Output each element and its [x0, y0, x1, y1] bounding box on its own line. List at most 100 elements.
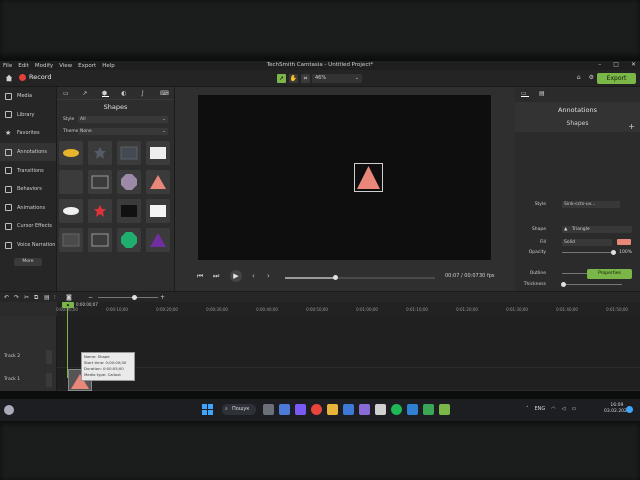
shape-rect-white[interactable]: [146, 141, 170, 165]
paste-icon[interactable]: ▤: [44, 294, 50, 301]
shape-star-red[interactable]: [88, 199, 112, 223]
home-icon[interactable]: [5, 74, 13, 82]
copy-icon[interactable]: ⧉: [34, 294, 38, 302]
timeline-zoom-handle[interactable]: [132, 295, 137, 300]
pan-tool-icon[interactable]: ✋: [289, 74, 298, 83]
export-button[interactable]: Export: [597, 73, 636, 84]
shape-select[interactable]: ▲ Triangle: [562, 226, 632, 233]
shape-octagon-purple[interactable]: [117, 170, 141, 194]
theme-filter-select[interactable]: None ⌄: [78, 128, 168, 135]
chrome-app-icon[interactable]: [311, 404, 322, 415]
sidebar-item-annotations[interactable]: Annotations: [0, 142, 56, 162]
style-select[interactable]: Sink-ccts-uv...: [562, 201, 620, 208]
battery-icon[interactable]: ▭: [572, 406, 577, 412]
track-1-controls[interactable]: [46, 373, 52, 387]
start-button[interactable]: [202, 404, 213, 415]
scrub-handle[interactable]: [332, 275, 338, 280]
track-1-lane[interactable]: [57, 369, 640, 391]
store-app-icon[interactable]: [343, 404, 354, 415]
sketch-tab-icon[interactable]: ∫: [141, 90, 148, 97]
file-explorer-icon[interactable]: [327, 404, 338, 415]
menu-edit[interactable]: Edit: [15, 63, 32, 69]
sidebar-item-voice-narration[interactable]: Voice Narration: [0, 236, 56, 255]
maximize-icon[interactable]: □: [613, 61, 619, 68]
shape-ellipse-white[interactable]: [59, 199, 83, 223]
record-button[interactable]: Record: [19, 73, 51, 81]
vscode-app-icon[interactable]: [407, 404, 418, 415]
blur-tab-icon[interactable]: ◐: [121, 90, 128, 97]
shape-rect-outline-2[interactable]: [88, 228, 112, 252]
camera-icon[interactable]: ◙: [66, 294, 72, 301]
menu-export[interactable]: Export: [75, 63, 99, 69]
sidebar-item-favorites[interactable]: ★ Favorites: [0, 124, 56, 143]
crop-tool-icon[interactable]: ⌗: [301, 74, 310, 83]
shapes-tab-icon[interactable]: ⬢: [101, 90, 110, 97]
step-forward-icon[interactable]: ⏭: [213, 272, 219, 281]
widgets-icon[interactable]: [4, 405, 14, 415]
shape-rect-grey[interactable]: [59, 228, 83, 252]
camtasia-app-icon[interactable]: [439, 404, 450, 415]
close-icon[interactable]: ✕: [631, 61, 636, 68]
shape-rect-outline[interactable]: [88, 170, 112, 194]
style-filter-select[interactable]: All ⌄: [78, 116, 168, 123]
opacity-slider[interactable]: [562, 250, 616, 255]
shape-ellipse-yellow[interactable]: [59, 141, 83, 165]
sheets-app-icon[interactable]: [423, 404, 434, 415]
redo-icon[interactable]: ↷: [14, 294, 19, 301]
text-props-tab-icon[interactable]: ▤: [539, 90, 547, 97]
menu-help[interactable]: Help: [99, 63, 118, 69]
chevron-up-icon[interactable]: ˄: [526, 406, 529, 412]
teams-app-icon[interactable]: [295, 404, 306, 415]
shape-triangle-purple[interactable]: [146, 228, 170, 252]
next-icon[interactable]: ›: [267, 272, 270, 280]
thickness-slider[interactable]: [561, 282, 622, 287]
sidebar-item-cursor-effects[interactable]: Cursor Effects: [0, 217, 56, 236]
zoom-app-icon[interactable]: [279, 404, 290, 415]
add-icon[interactable]: +: [628, 122, 635, 131]
thickness-slider-handle[interactable]: [561, 282, 566, 287]
play-button[interactable]: ▶: [230, 270, 242, 282]
previous-icon[interactable]: ‹: [252, 272, 255, 280]
arrow-tab-icon[interactable]: ↗: [82, 90, 89, 97]
playhead[interactable]: ◆: [62, 302, 74, 308]
taskbar-search[interactable]: ⌕ Пошук: [222, 404, 256, 415]
wifi-icon[interactable]: ◠: [551, 406, 555, 412]
volume-icon[interactable]: ◁: [562, 406, 566, 412]
sidebar-item-library[interactable]: Library: [0, 106, 56, 125]
split-icon[interactable]: ⫶: [54, 294, 56, 302]
shape-rect-dark[interactable]: [117, 141, 141, 165]
undo-icon[interactable]: ↶: [4, 294, 9, 301]
zoom-select[interactable]: 46% ⌄: [312, 74, 362, 83]
sidebar-item-transitions[interactable]: Transitions: [0, 161, 56, 180]
shape-octagon-green[interactable]: [117, 228, 141, 252]
shape-star-dark[interactable]: [88, 141, 112, 165]
app-purple-icon[interactable]: [359, 404, 370, 415]
zoom-out-icon[interactable]: −: [88, 294, 93, 301]
more-button[interactable]: More: [14, 258, 42, 267]
video-canvas[interactable]: [198, 95, 491, 260]
shape-triangle-salmon[interactable]: [146, 170, 170, 194]
app-white-icon[interactable]: [375, 404, 386, 415]
track-2-controls[interactable]: [46, 350, 52, 364]
sidebar-item-animations[interactable]: Animations: [0, 199, 56, 218]
sidebar-item-behaviors[interactable]: Behaviors: [0, 180, 56, 199]
track-2-lane[interactable]: [57, 346, 640, 368]
timeline-zoom-slider[interactable]: [98, 295, 158, 300]
properties-button[interactable]: Properties: [587, 269, 632, 279]
fill-color-swatch[interactable]: [617, 239, 631, 245]
selected-triangle-shape[interactable]: [354, 163, 383, 192]
shape-rect-black[interactable]: [117, 199, 141, 223]
menu-file[interactable]: File: [0, 63, 15, 69]
spotify-app-icon[interactable]: [391, 404, 402, 415]
opacity-slider-handle[interactable]: [611, 250, 616, 255]
info-icon[interactable]: ⌂: [577, 74, 581, 81]
callout-tab-icon[interactable]: ▭: [63, 90, 70, 97]
shape-empty[interactable]: [59, 170, 83, 194]
menu-view[interactable]: View: [56, 63, 75, 69]
step-back-icon[interactable]: ⏮: [197, 272, 203, 281]
minimize-icon[interactable]: –: [598, 61, 601, 68]
shape-props-tab-icon[interactable]: ▭: [521, 90, 529, 97]
language-indicator[interactable]: ENG: [535, 406, 546, 412]
timeline-ruler[interactable]: 0:00:00;000:00:10;000:00:20;000:00:30;00…: [56, 302, 640, 316]
sidebar-item-media[interactable]: Media: [0, 87, 56, 106]
